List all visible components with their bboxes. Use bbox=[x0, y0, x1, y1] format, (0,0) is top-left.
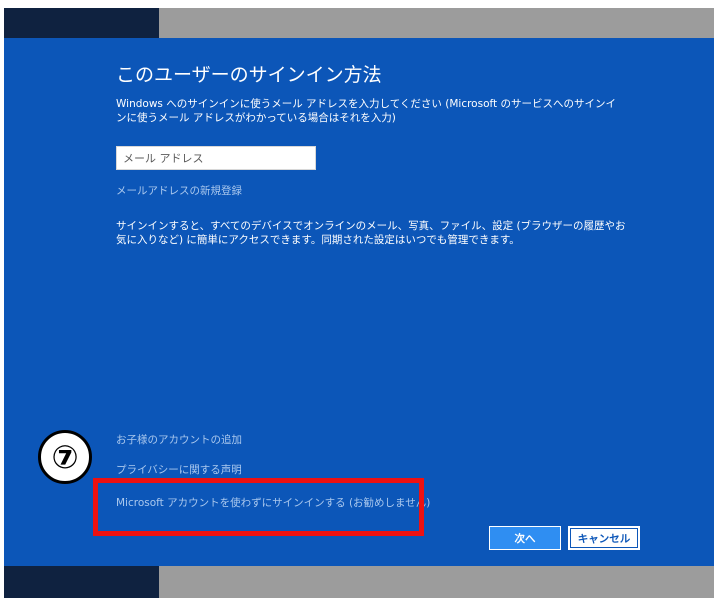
step-number-annotation: ⑦ bbox=[38, 430, 92, 484]
new-email-account-link[interactable]: メールアドレスの新規登録 bbox=[116, 183, 242, 198]
add-child-account-link[interactable]: お子様のアカウントの追加 bbox=[116, 432, 242, 447]
dialog-title: このユーザーのサインイン方法 bbox=[116, 64, 382, 86]
signin-description-text: サインインすると、すべてのデバイスでオンラインのメール、写真、ファイル、設定 (… bbox=[116, 220, 626, 246]
instruction-text: Windows へのサインインに使うメール アドレスを入力してください (Mic… bbox=[116, 98, 616, 124]
privacy-statement-link[interactable]: プライバシーに関する声明 bbox=[116, 462, 242, 477]
email-address-input[interactable] bbox=[116, 146, 316, 170]
top-bar-gray-segment bbox=[159, 8, 714, 38]
bottom-bar-gray-segment bbox=[159, 566, 714, 598]
screenshot-stage: このユーザーのサインイン方法 Windows へのサインインに使うメール アドレ… bbox=[0, 0, 714, 598]
next-button[interactable]: 次へ bbox=[489, 526, 561, 550]
bottom-bar-dark-segment bbox=[4, 566, 159, 598]
red-highlight-annotation bbox=[93, 478, 424, 536]
top-bar-dark-segment bbox=[4, 8, 159, 38]
cancel-button[interactable]: キャンセル bbox=[568, 526, 640, 550]
